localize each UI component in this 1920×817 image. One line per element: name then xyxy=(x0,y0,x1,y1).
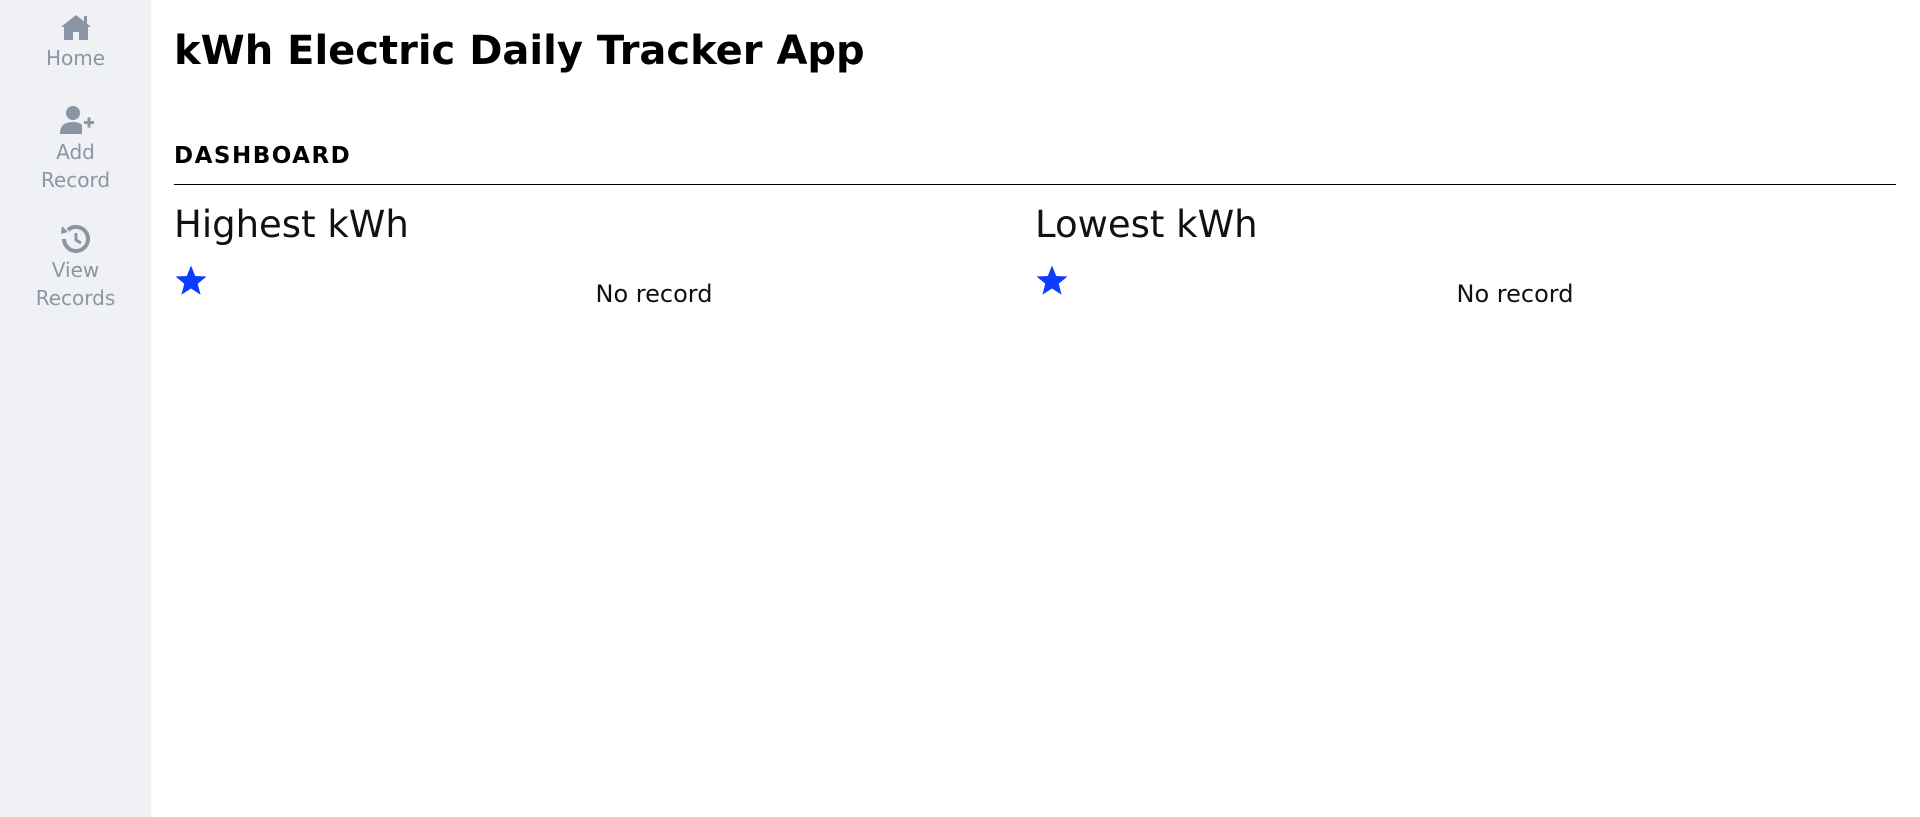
home-icon xyxy=(60,15,91,40)
lowest-kwh-value: No record xyxy=(1456,280,1574,308)
sidebar-item-label: Home xyxy=(45,46,106,70)
dashboard-heading: DASHBOARD xyxy=(174,143,352,169)
sidebar-item-add-record[interactable]: Add Record xyxy=(0,104,151,194)
add-user-icon xyxy=(59,106,94,134)
sidebar-item-view-records[interactable]: View Records xyxy=(0,222,151,312)
sidebar-item-label: Add Record xyxy=(40,140,111,192)
page-title: kWh Electric Daily Tracker App xyxy=(174,28,865,74)
highest-kwh-card: Highest kWh No record xyxy=(174,200,1035,320)
divider xyxy=(174,184,1896,185)
star-icon xyxy=(175,265,207,295)
lowest-kwh-title: Lowest kWh xyxy=(1035,203,1258,246)
sidebar-item-label: View Records xyxy=(35,258,116,310)
highest-kwh-title: Highest kWh xyxy=(174,203,409,246)
history-icon xyxy=(60,224,90,253)
sidebar: Home Add Record View Records xyxy=(0,0,151,817)
highest-kwh-value: No record xyxy=(595,280,713,308)
sidebar-item-home[interactable]: Home xyxy=(0,10,151,72)
lowest-kwh-card: Lowest kWh No record xyxy=(1035,200,1896,320)
star-icon xyxy=(1036,265,1068,295)
